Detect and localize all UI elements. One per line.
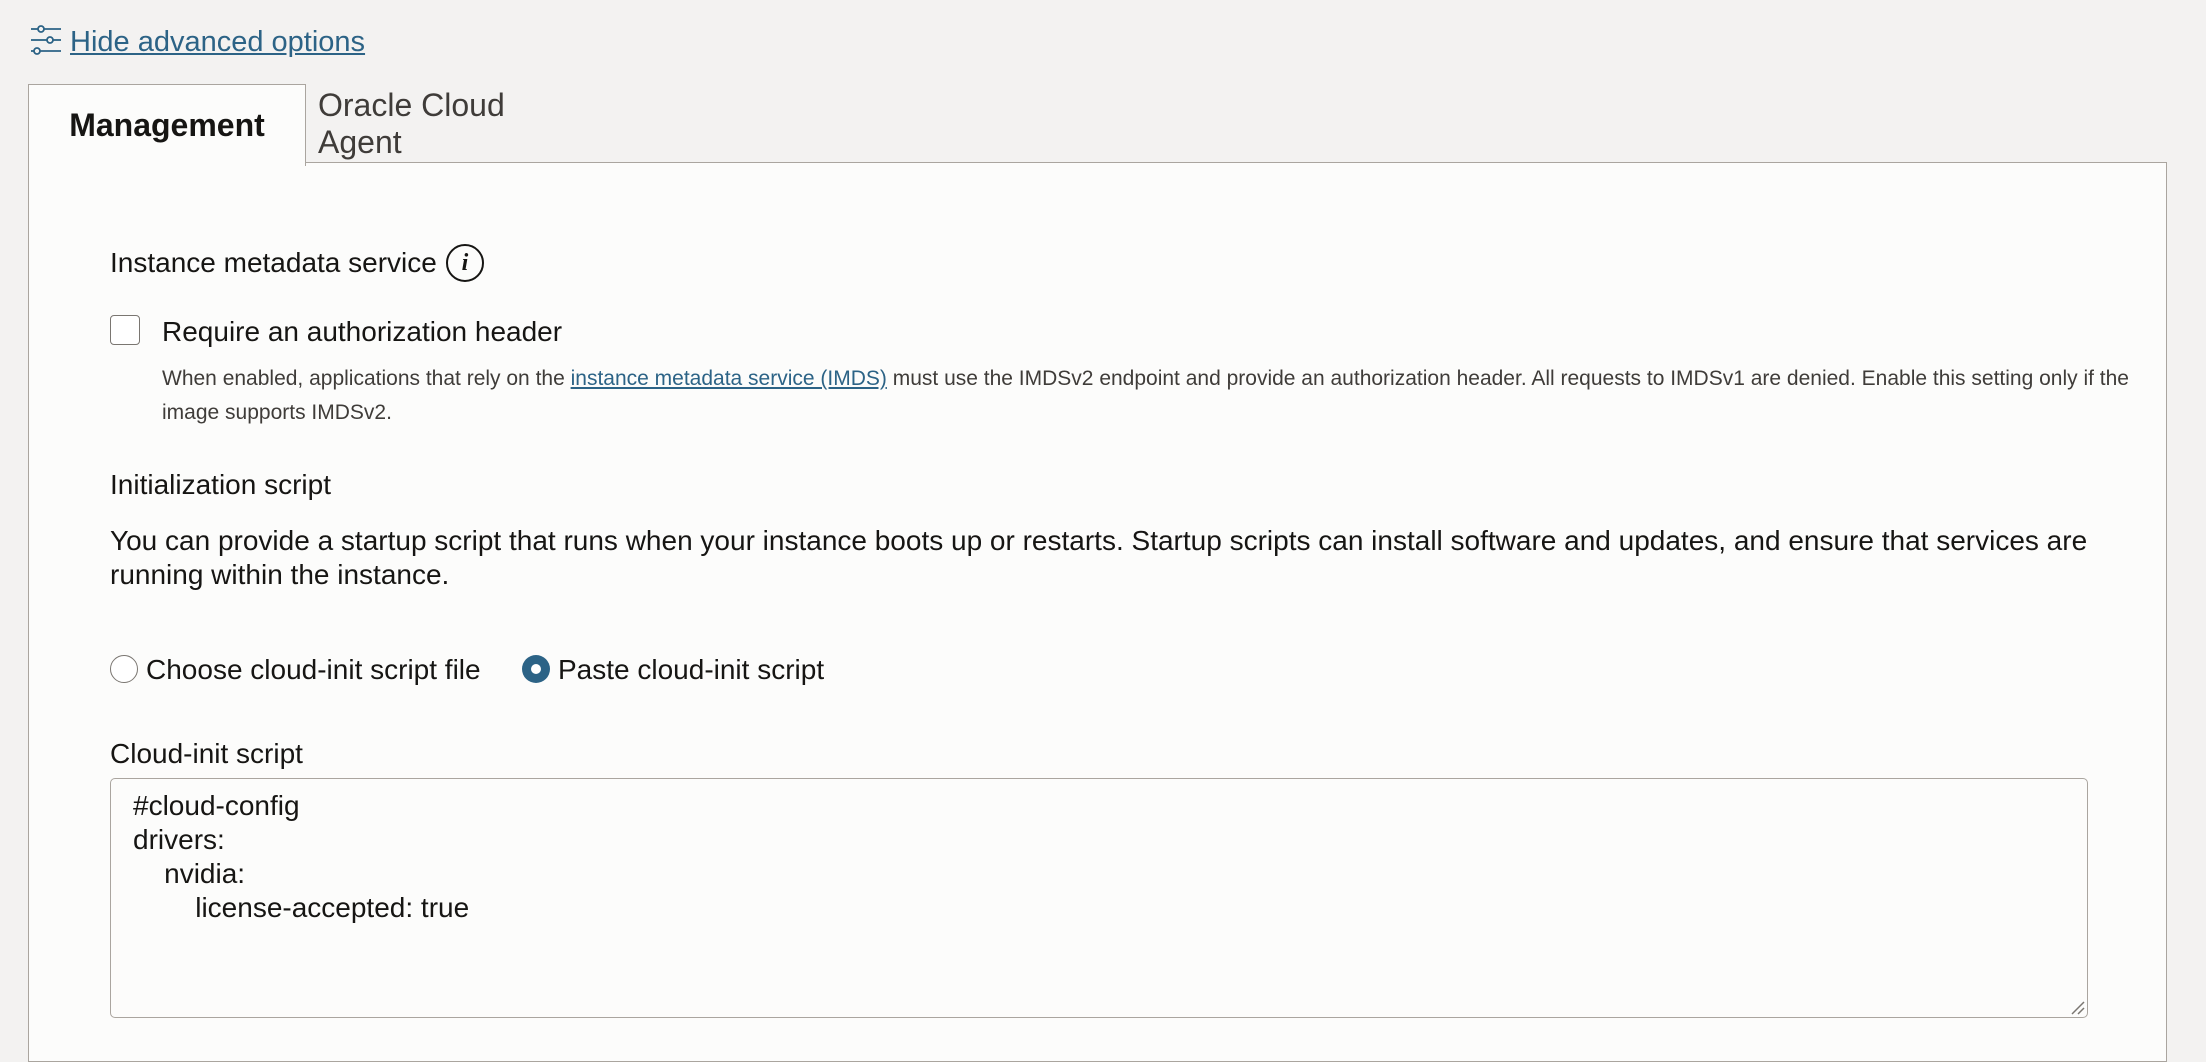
require-authorization-header-checkbox[interactable] xyxy=(110,315,140,345)
paste-script-radio[interactable] xyxy=(522,655,550,683)
choose-script-file-label[interactable]: Choose cloud-init script file xyxy=(146,654,481,686)
imds-section-title: Instance metadata service xyxy=(110,247,437,278)
cloud-init-script-label: Cloud-init script xyxy=(110,738,303,769)
hide-advanced-options-link[interactable]: Hide advanced options xyxy=(70,26,365,59)
imds-link[interactable]: instance metadata service (IMDS) xyxy=(571,367,887,390)
sliders-icon xyxy=(28,22,64,63)
tab-management[interactable]: Management xyxy=(28,84,306,166)
tab-oracle-cloud-agent[interactable]: Oracle Cloud Agent xyxy=(318,84,588,164)
help-text-before: When enabled, applications that rely on … xyxy=(162,367,571,390)
require-authorization-header-label[interactable]: Require an authorization header xyxy=(162,316,562,348)
initialization-script-description: You can provide a startup script that ru… xyxy=(110,525,2088,590)
hide-advanced-options-toggle[interactable]: Hide advanced options xyxy=(28,22,365,63)
imds-help-text: When enabled, applications that rely on … xyxy=(162,362,2142,430)
paste-script-label[interactable]: Paste cloud-init script xyxy=(558,654,824,686)
choose-script-file-radio[interactable] xyxy=(110,655,138,683)
info-icon[interactable]: i xyxy=(446,244,484,282)
resize-grip-icon[interactable] xyxy=(2068,998,2086,1016)
initialization-script-title: Initialization script xyxy=(110,469,331,500)
cloud-init-script-textarea[interactable]: #cloud-config drivers: nvidia: license-a… xyxy=(110,778,2088,1018)
